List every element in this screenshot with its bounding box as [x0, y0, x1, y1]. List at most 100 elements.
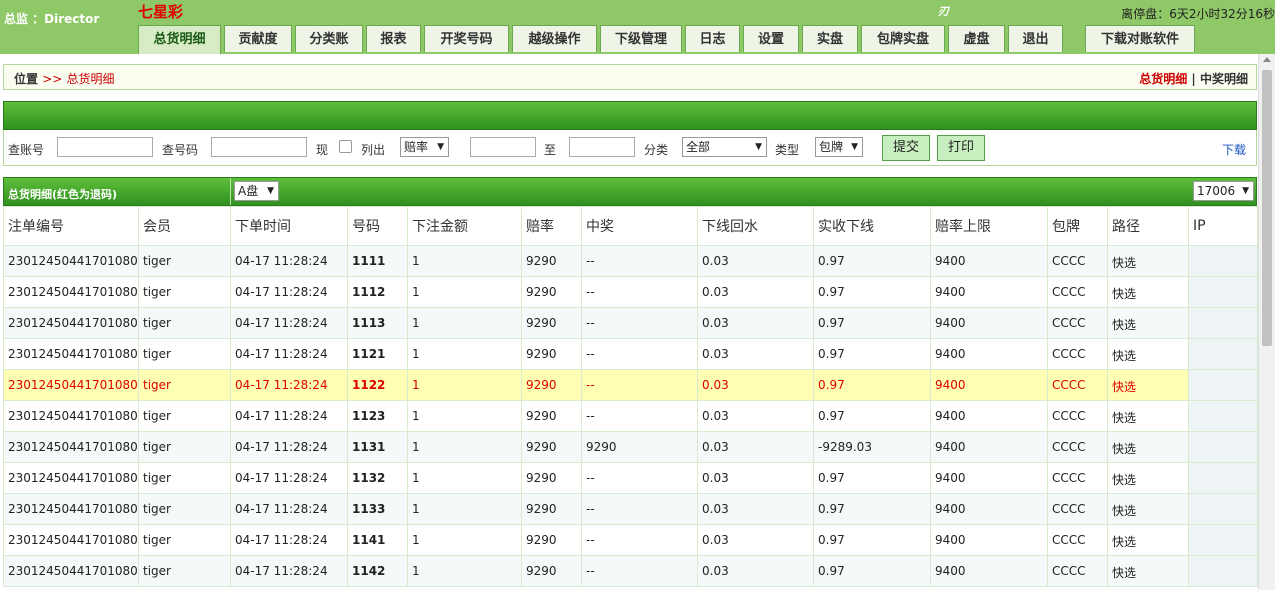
col-member-cell: tiger — [138, 338, 231, 370]
dropdown-arrow-icon: ▼ — [851, 142, 858, 152]
col-member-cell: tiger — [138, 307, 231, 339]
type-select[interactable]: 包牌 ▼ — [815, 137, 863, 157]
tab-cross-level[interactable]: 越级操作 — [512, 25, 597, 52]
category-select[interactable]: 全部 ▼ — [682, 137, 767, 157]
col-rebate-cell: 0.03 — [697, 524, 814, 556]
col-path-cell: 快选 — [1107, 276, 1189, 308]
type-label: 类型 — [775, 143, 800, 157]
col-member-cell: tiger — [138, 431, 231, 463]
to-label: 至 — [544, 143, 557, 157]
table-row: 230124504417010806 tiger 04-17 11:28:24 114… — [3, 555, 1258, 587]
col-bet-amount-cell: 1 — [407, 524, 522, 556]
col-ip-header: IP — [1188, 206, 1258, 246]
category-select-value: 全部 — [686, 140, 711, 154]
col-odds-cell: 9290 — [521, 555, 582, 587]
tab-settings[interactable]: 设置 — [743, 25, 799, 52]
tab-log[interactable]: 日志 — [685, 25, 740, 52]
col-received-cell: 0.97 — [813, 369, 931, 401]
col-path-cell: 快选 — [1107, 555, 1189, 587]
tab-virtual-pan[interactable]: 虚盘 — [948, 25, 1005, 52]
pan-select-value: A盘 — [238, 184, 259, 198]
col-order-time-cell: 04-17 11:28:24 — [230, 276, 348, 308]
table-row: 230124504417010806 tiger 04-17 11:28:24 113… — [3, 431, 1258, 463]
tab-real-pan[interactable]: 实盘 — [802, 25, 858, 52]
col-win-cell: -- — [581, 462, 698, 494]
tab-total-detail[interactable]: 总货明细 — [138, 25, 221, 54]
number-input[interactable] — [211, 137, 307, 157]
list-label: 列出 — [361, 143, 386, 157]
top-header: 总监 ：Director 七星彩 刃 离停盘：6天2小时32分16秒 总货明细 … — [0, 0, 1275, 54]
tab-draw-numbers[interactable]: 开奖号码 — [424, 25, 509, 52]
print-button[interactable]: 打印 — [937, 135, 985, 161]
col-number-cell: 1133 — [347, 493, 408, 525]
download-link[interactable]: 下载 — [1222, 141, 1246, 158]
col-bet-amount-cell: 1 — [407, 493, 522, 525]
col-rebate-cell: 0.03 — [697, 276, 814, 308]
link-win-detail[interactable]: 中奖明细 — [1200, 72, 1248, 86]
col-member-cell: tiger — [138, 493, 231, 525]
tab-logout[interactable]: 退出 — [1008, 25, 1063, 52]
col-member-cell: tiger — [138, 462, 231, 494]
submit-button[interactable]: 提交 — [882, 135, 930, 161]
col-rebate-cell: 0.03 — [697, 400, 814, 432]
col-win-cell: -- — [581, 524, 698, 556]
col-order-time-cell: 04-17 11:28:24 — [230, 369, 348, 401]
tab-download-software[interactable]: 下载对账软件 — [1085, 25, 1195, 52]
col-rebate-cell: 0.03 — [697, 493, 814, 525]
tab-category-ledger[interactable]: 分类账 — [295, 25, 363, 52]
tab-contribution[interactable]: 贡献度 — [224, 25, 292, 52]
odds-to-input[interactable] — [569, 137, 635, 157]
table-row: 230124504417010806 tiger 04-17 11:28:24 111… — [3, 245, 1258, 277]
col-number-cell: 1112 — [347, 276, 408, 308]
type-select-value: 包牌 — [819, 140, 844, 154]
account-input[interactable] — [57, 137, 153, 157]
col-path-cell: 快选 — [1107, 338, 1189, 370]
col-ip-cell — [1188, 369, 1258, 401]
odds-select[interactable]: 赔率 ▼ — [400, 137, 449, 157]
table-row: 230124504417010806 tiger 04-17 11:28:24 112… — [3, 338, 1258, 370]
col-rebate-header: 下线回水 — [697, 206, 814, 246]
col-odds-cell: 9290 — [521, 338, 582, 370]
col-path-cell: 快选 — [1107, 369, 1189, 401]
col-odds-cap-cell: 9400 — [930, 245, 1048, 277]
odds-select-value: 赔率 — [404, 140, 429, 154]
filter-panel-header — [3, 101, 1257, 130]
tab-subordinates[interactable]: 下级管理 — [600, 25, 682, 52]
col-package-cell: CCCC — [1047, 400, 1108, 432]
dropdown-arrow-icon: ▼ — [755, 142, 762, 152]
col-odds-cap-cell: 9400 — [930, 338, 1048, 370]
odds-from-input[interactable] — [470, 137, 536, 157]
table-row: 230124504417010806 tiger 04-17 11:28:24 111… — [3, 307, 1258, 339]
col-order-id-cell: 230124504417010806 — [3, 369, 139, 401]
vertical-scrollbar[interactable] — [1258, 54, 1275, 590]
col-received-cell: 0.97 — [813, 493, 931, 525]
col-received-cell: 0.97 — [813, 307, 931, 339]
dropdown-arrow-icon: ▼ — [437, 142, 444, 152]
period-select[interactable]: 17006 ▼ — [1193, 181, 1254, 201]
link-total-detail[interactable]: 总货明细 — [1139, 72, 1187, 86]
col-rebate-cell: 0.03 — [697, 555, 814, 587]
col-order-id-cell: 230124504417010806 — [3, 245, 139, 277]
table-row: 230124504417010806 tiger 04-17 11:28:24 114… — [3, 524, 1258, 556]
link-separator: | — [1191, 72, 1196, 86]
breadcrumb-separator: >> — [42, 72, 63, 86]
col-order-id-cell: 230124504417010806 — [3, 431, 139, 463]
col-rebate-cell: 0.03 — [697, 431, 814, 463]
col-bet-amount-cell: 1 — [407, 462, 522, 494]
col-win-cell: 9290 — [581, 431, 698, 463]
col-number-cell: 1123 — [347, 400, 408, 432]
tab-package-real[interactable]: 包牌实盘 — [861, 25, 945, 52]
tab-reports[interactable]: 报表 — [366, 25, 421, 52]
col-order-id-cell: 230124504417010806 — [3, 493, 139, 525]
col-number-cell: 1132 — [347, 462, 408, 494]
pan-select[interactable]: A盘 ▼ — [234, 181, 279, 201]
col-odds-cap-cell: 9400 — [930, 431, 1048, 463]
now-checkbox[interactable] — [339, 140, 352, 153]
scroll-up-icon[interactable] — [1263, 57, 1271, 62]
col-received-cell: -9289.03 — [813, 431, 931, 463]
col-path-cell: 快选 — [1107, 431, 1189, 463]
col-odds-cell: 9290 — [521, 493, 582, 525]
col-received-cell: 0.97 — [813, 276, 931, 308]
col-order-time-cell: 04-17 11:28:24 — [230, 524, 348, 556]
scroll-thumb[interactable] — [1262, 70, 1272, 346]
